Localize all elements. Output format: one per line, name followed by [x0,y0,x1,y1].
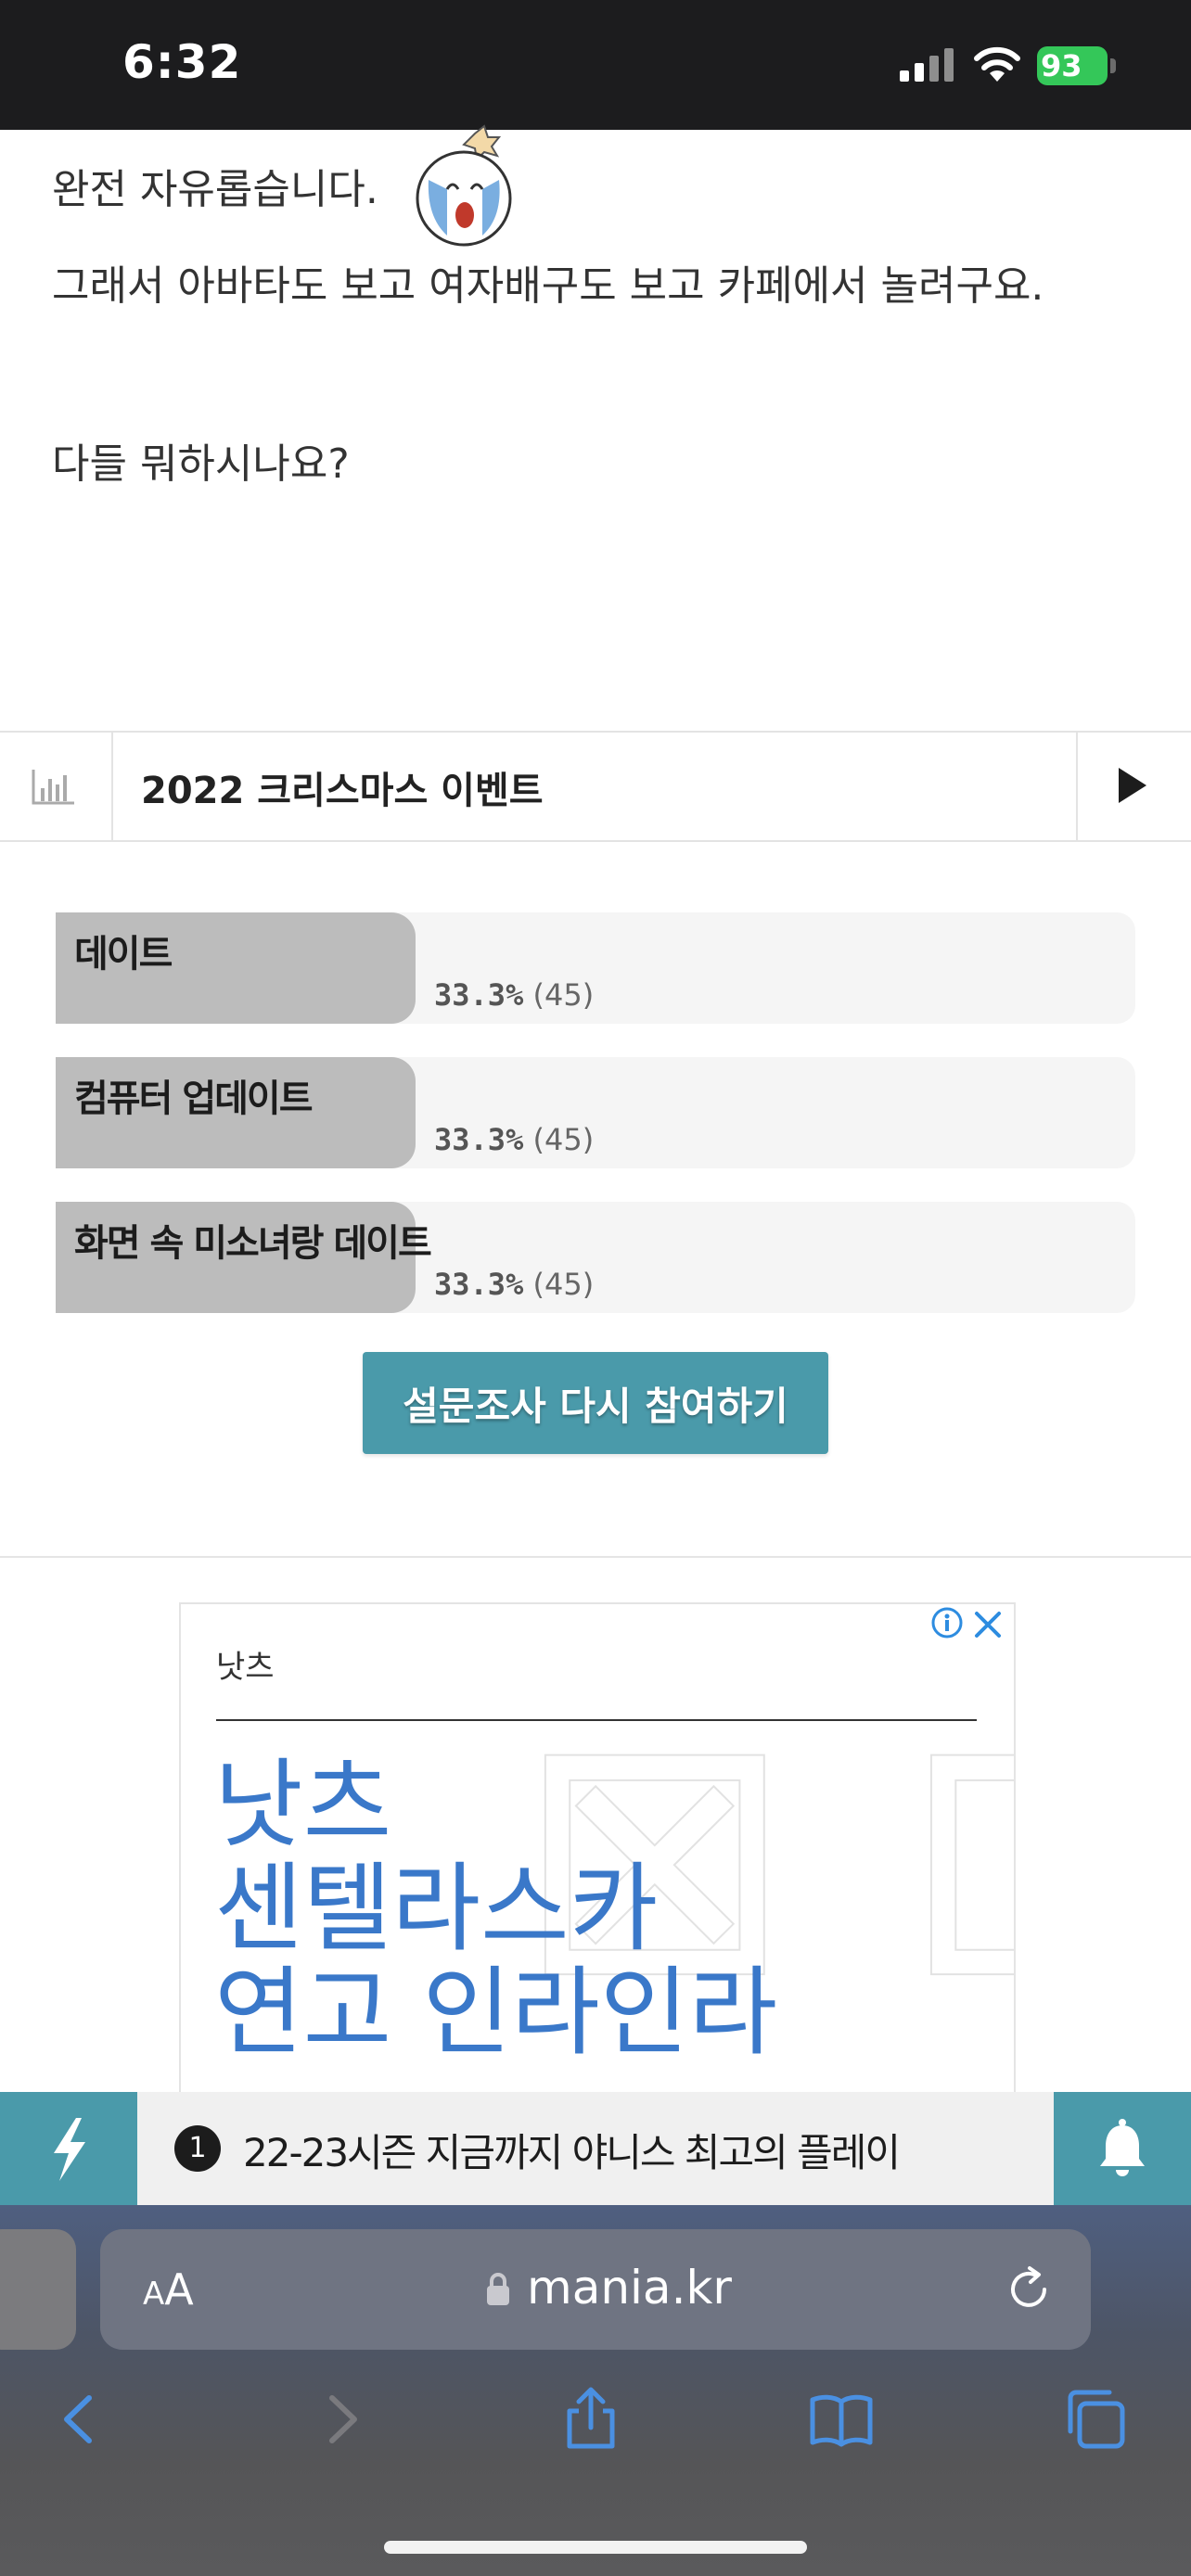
poll-title: 2022 크리스마스 이벤트 [141,770,544,812]
share-icon[interactable] [558,2387,623,2452]
news-ticker-bar[interactable]: 1 22-23시즌 지금까지 야니스 최고의 플레이 [0,2092,1191,2205]
poll-option-result: 33.3% (45) [434,977,595,1013]
battery-level: 93 [1041,48,1082,83]
post-text-line: 완전 자유롭습니다. [52,166,378,213]
divider [0,1556,1191,1558]
bar-chart-icon [32,770,74,805]
forward-icon[interactable] [308,2387,373,2452]
ticker-rank-badge: 1 [174,2125,221,2172]
poll-option-result: 33.3% (45) [434,1267,595,1302]
post-text-line: 그래서 아바타도 보고 여자배구도 보고 카페에서 놀려구요. [52,262,1044,310]
address-bar[interactable]: AA mania.kr [100,2229,1091,2350]
poll-retry-button[interactable]: 설문조사 다시 참여하기 [363,1352,828,1454]
poll-option: 컴퓨터 업데이트 33.3% (45) [56,1057,1135,1168]
notification-button[interactable] [1054,2092,1191,2205]
poll-option-label: 컴퓨터 업데이트 [74,1078,314,1120]
tabs-icon[interactable] [1063,2387,1128,2452]
poll-header: 2022 크리스마스 이벤트 [0,731,1191,842]
browser-toolbar: AA mania.kr [0,2205,1191,2576]
status-time: 6:32 [122,35,242,89]
lock-icon [487,2273,509,2305]
cellular-signal-icon [900,48,954,82]
poll-option: 데이트 33.3% (45) [56,912,1135,1024]
status-bar: 6:32 93 [0,0,1191,130]
battery-icon: 93 [1037,46,1117,85]
poll-option: 화면 속 미소녀랑 데이트 33.3% (45) [56,1202,1135,1313]
play-icon[interactable] [1113,764,1150,807]
back-icon[interactable] [48,2387,113,2452]
bell-icon [1100,2119,1145,2176]
post-text-line: 다들 뭐하시나요? [52,440,350,488]
ad-headline-line: 센텔라스카 [214,1852,659,1965]
ad-headline-line: 연고 인라인라 [214,1956,778,2069]
ad-close-icon[interactable] [971,1608,1005,1641]
previous-tab-preview[interactable] [0,2229,76,2350]
bookmarks-icon[interactable] [809,2387,874,2452]
ad-divider [216,1719,977,1721]
poll-option-label: 데이트 [74,933,173,976]
lightning-icon [54,2118,85,2181]
url-text[interactable]: mania.kr [527,2261,732,2315]
ad-headline: 낫츠 센텔라스카 연고 인라인라 [214,1753,777,2064]
ad-info-icon[interactable] [930,1606,964,1639]
poll-option-result: 33.3% (45) [434,1122,595,1157]
home-indicator[interactable] [384,2541,807,2554]
poll-option-label: 화면 속 미소녀랑 데이트 [74,1222,432,1265]
advertisement[interactable]: ⊠ ⊡ 낫츠 낫츠 센텔라스카 연고 인라인라 [179,1602,1016,2107]
ad-headline-line: 낫츠 [214,1748,392,1861]
wifi-icon [974,46,1020,82]
ad-brand: 낫츠 [216,1649,275,1686]
reload-icon[interactable] [1004,2264,1054,2315]
reader-settings-button[interactable]: AA [143,2264,194,2315]
ticker-headline[interactable]: 22-23시즌 지금까지 야니스 최고의 플레이 [243,2122,901,2178]
crying-emoticon-icon [416,124,512,247]
flash-button[interactable] [0,2092,137,2205]
